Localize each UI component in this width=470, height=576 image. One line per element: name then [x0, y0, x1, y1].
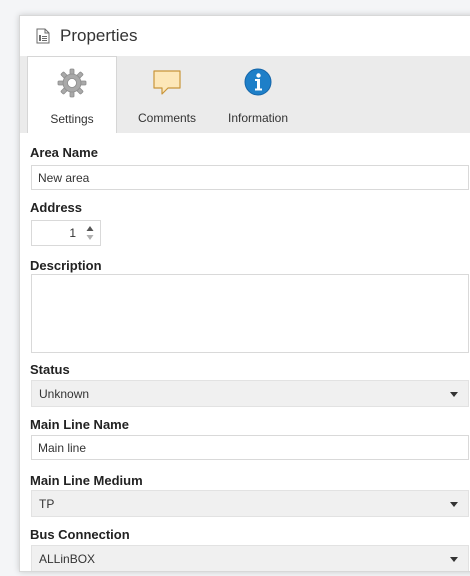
main-line-name-label: Main Line Name	[30, 417, 129, 432]
tab-information-label: Information	[227, 111, 289, 125]
tab-information[interactable]: Information	[216, 56, 300, 133]
gear-icon	[56, 67, 88, 99]
address-value: 1	[69, 226, 76, 240]
panel-title: Properties	[60, 26, 138, 45]
area-name-label: Area Name	[30, 145, 98, 160]
spinner-arrows-icon[interactable]	[86, 224, 94, 242]
status-label: Status	[30, 362, 70, 377]
tab-comments-label: Comments	[137, 111, 196, 125]
description-textarea[interactable]	[31, 274, 469, 353]
bus-connection-value: ALLinBOX	[39, 552, 96, 566]
status-value: Unknown	[39, 387, 90, 401]
panel-title-bar: Properties ×	[20, 16, 470, 56]
main-line-medium-value: TP	[39, 497, 55, 511]
properties-panel: Properties ×	[19, 15, 470, 572]
address-stepper[interactable]: 1	[31, 220, 101, 246]
chevron-down-icon	[450, 557, 458, 562]
chevron-down-icon	[450, 502, 458, 507]
tab-bar: Settings Comments Information	[20, 56, 470, 133]
status-select[interactable]: Unknown	[31, 380, 469, 407]
properties-document-icon	[36, 28, 50, 44]
bus-connection-label: Bus Connection	[30, 527, 130, 542]
main-line-medium-select[interactable]: TP	[31, 490, 469, 517]
info-icon	[242, 66, 274, 98]
description-label: Description	[30, 258, 102, 273]
address-label: Address	[30, 200, 83, 215]
tab-settings-label: Settings	[50, 112, 94, 126]
main-line-medium-label: Main Line Medium	[30, 473, 143, 488]
area-name-input[interactable]	[31, 165, 469, 190]
chevron-down-icon	[450, 392, 458, 397]
main-line-name-input[interactable]	[31, 435, 469, 460]
tab-settings[interactable]: Settings	[27, 56, 117, 133]
tab-comments[interactable]: Comments	[128, 56, 206, 133]
comment-icon	[151, 66, 183, 98]
bus-connection-select[interactable]: ALLinBOX	[31, 545, 469, 571]
